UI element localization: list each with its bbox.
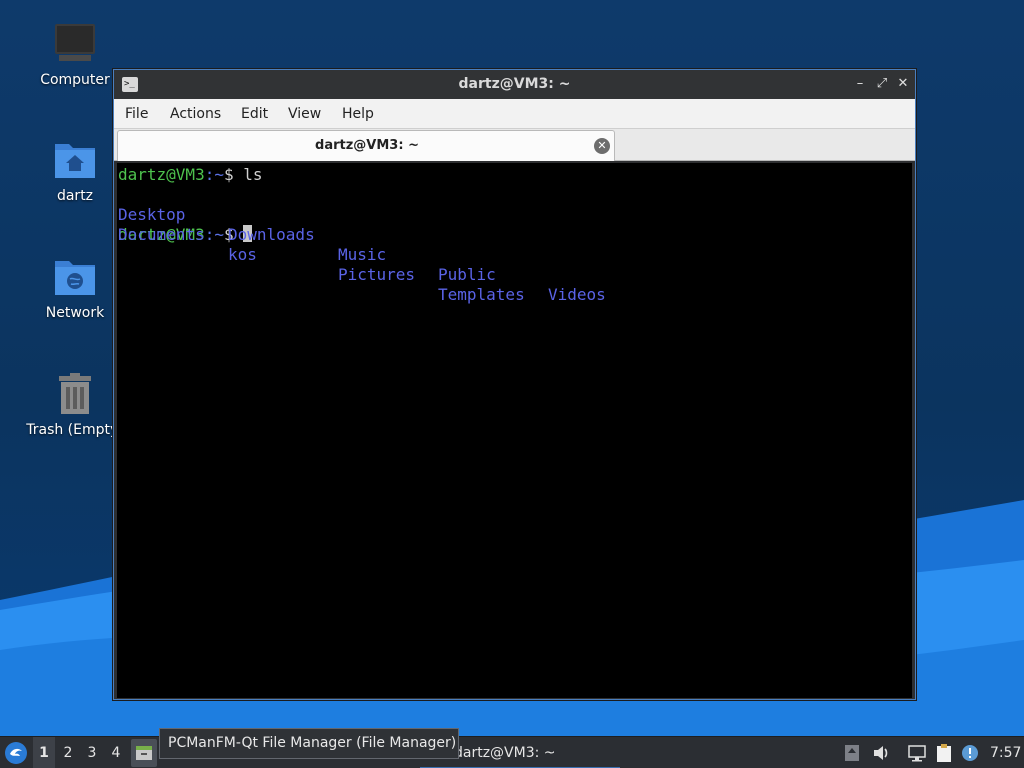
menu-file[interactable]: File — [119, 99, 154, 129]
maximize-button[interactable]: ⤢ — [874, 76, 890, 92]
start-menu-icon[interactable] — [4, 741, 28, 765]
tab-bar: dartz@VM3: ~ ✕ — [114, 129, 915, 161]
volume-icon[interactable] — [871, 743, 891, 763]
desktop-switch-4[interactable]: 4 — [105, 737, 127, 768]
taskbar: 1 2 3 4 dartz@VM3: ~ 7:57 — [0, 736, 1024, 768]
update-notification-icon[interactable] — [960, 743, 980, 763]
dir-entry: kos — [228, 245, 257, 264]
desktop-icon-label: Network — [45, 305, 105, 321]
dir-entry: Documents — [118, 225, 205, 244]
dir-entry: Pictures — [338, 265, 416, 284]
minimize-button[interactable]: – — [852, 76, 868, 92]
desktop-icon-computer[interactable]: Computer — [25, 22, 125, 88]
window-title: dartz@VM3: ~ — [458, 76, 571, 92]
command-text: ls — [243, 165, 263, 184]
dir-entry: Public — [438, 265, 496, 284]
menu-actions[interactable]: Actions — [164, 99, 227, 129]
file-manager-icon — [136, 746, 152, 760]
menu-edit[interactable]: Edit — [235, 99, 274, 129]
arrow-up-icon[interactable] — [842, 743, 862, 763]
desktop-icon-label: dartz — [56, 188, 94, 204]
tab-close-icon[interactable]: ✕ — [594, 138, 610, 154]
desktop-icon-trash[interactable]: Trash (Empty) — [25, 372, 125, 438]
network-folder-icon — [55, 261, 95, 295]
menu-bar: File Actions Edit View Help — [114, 99, 915, 129]
dir-entry: Downloads — [228, 225, 315, 244]
menu-view[interactable]: View — [282, 99, 327, 129]
desktop-icon-label: Computer — [40, 72, 110, 88]
prompt-path: :~ — [204, 225, 224, 244]
clipboard-icon[interactable] — [934, 743, 954, 763]
desktop-switch-1[interactable]: 1 — [33, 737, 55, 768]
tab-terminal[interactable]: dartz@VM3: ~ ✕ — [117, 130, 615, 161]
desktop-switch-3[interactable]: 3 — [81, 737, 103, 768]
window-titlebar[interactable]: >_ dartz@VM3: ~ – ⤢ ✕ — [114, 70, 915, 99]
terminal-line: Desktop Downloads Music Public Videos — [118, 185, 912, 304]
file-manager-launcher[interactable] — [131, 739, 157, 767]
trash-icon — [59, 373, 91, 414]
network-icon[interactable] — [907, 743, 927, 763]
dir-entry: Templates — [438, 285, 525, 304]
terminal-line: Documents kos Pictures Templates — [118, 205, 912, 304]
desktop-icon-network[interactable]: Network — [25, 255, 125, 321]
prompt-path: :~ — [204, 165, 224, 184]
desktop-switch-2[interactable]: 2 — [57, 737, 79, 768]
dir-entry: Videos — [548, 285, 606, 304]
terminal-output[interactable]: dartz@VM3:~$ ls Desktop Downloads Music … — [117, 163, 912, 698]
tooltip: PCManFM-Qt File Manager (File Manager) — [159, 728, 459, 759]
menu-help[interactable]: Help — [336, 99, 380, 129]
dir-entry: Music — [338, 245, 387, 264]
terminal-window[interactable]: >_ dartz@VM3: ~ – ⤢ ✕ File Actions Edit … — [113, 69, 916, 700]
prompt-user: dartz@VM3 — [118, 165, 205, 184]
taskbar-item-label: dartz@VM3: ~ — [454, 745, 556, 761]
prompt-symbol: $ — [223, 165, 244, 184]
clock[interactable]: 7:57 — [990, 737, 1021, 768]
desktop-icon-home[interactable]: dartz — [25, 138, 125, 204]
close-button[interactable]: ✕ — [895, 76, 911, 92]
terminal-line: dartz@VM3:~$ ls — [118, 165, 912, 185]
tab-label: dartz@VM3: ~ — [315, 138, 419, 153]
home-folder-icon — [55, 144, 95, 178]
desktop-icon-label: Trash (Empty) — [26, 422, 124, 438]
computer-icon — [55, 24, 95, 61]
